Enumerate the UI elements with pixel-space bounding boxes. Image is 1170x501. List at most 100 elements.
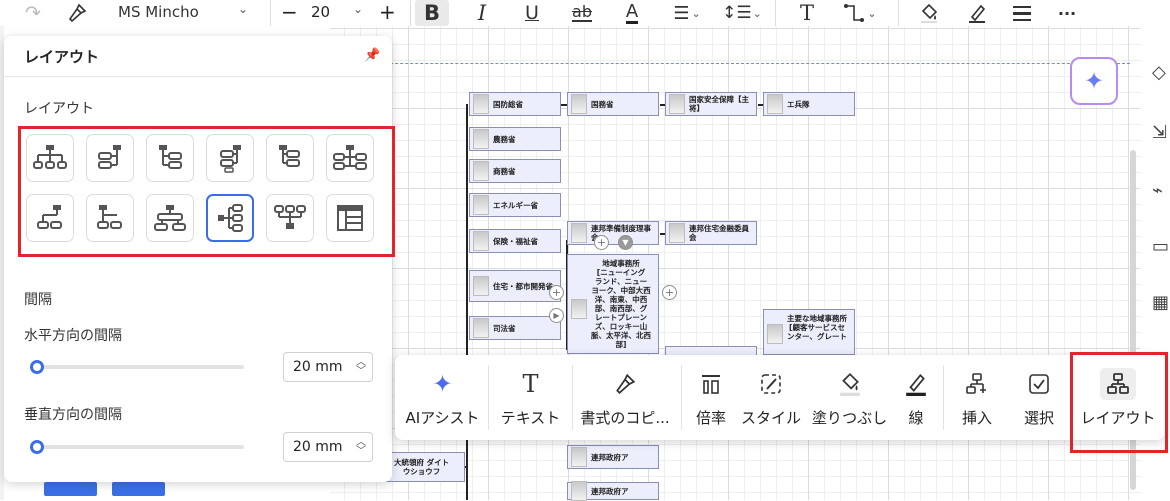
insert-button[interactable]: 挿入 — [950, 355, 1004, 440]
collapse-node-button[interactable]: ▼ — [618, 235, 633, 250]
photo-placeholder-icon — [473, 276, 489, 296]
horizontal-spacing-input[interactable]: 20 mm ︿ ﹀ — [283, 352, 373, 382]
vertical-spacing-input[interactable]: 20 mm ︿ ﹀ — [283, 432, 373, 462]
org-node[interactable]: エ兵隊 — [763, 92, 855, 116]
vertical-spacing-slider[interactable] — [34, 445, 244, 449]
org-node[interactable]: 連邦準備制度理事会 — [567, 221, 659, 245]
org-node-label: 連邦政府ア — [591, 486, 629, 496]
layout-option-mind-map-right[interactable] — [206, 194, 254, 242]
font-family-value: MS Mincho — [118, 3, 199, 21]
library-shape[interactable] — [112, 482, 165, 496]
horizontal-spacing-slider[interactable] — [34, 365, 244, 369]
layout-option-right-tree[interactable] — [146, 134, 194, 182]
layout-option-hierarchy[interactable] — [146, 194, 194, 242]
org-node-label: エネルギー省 — [493, 200, 538, 210]
grid-icon[interactable]: ▦ — [1152, 292, 1169, 313]
align-icon[interactable]: ☰ ⌄ — [665, 0, 709, 26]
photo-placeholder-icon — [669, 223, 685, 243]
ai-assist-button[interactable]: ✦ AIアシスト — [400, 355, 485, 440]
add-node-button[interactable]: + — [594, 235, 609, 250]
font-size-stepper[interactable]: − 20 ⌄ + — [275, 0, 405, 24]
org-node[interactable]: 国防総省 — [469, 92, 561, 116]
layout-option-right-list[interactable] — [266, 134, 314, 182]
photo-placeholder-icon — [473, 195, 489, 215]
layout-option-tree-down[interactable] — [266, 194, 314, 242]
redo-icon[interactable]: ↷ — [18, 0, 48, 26]
shape-icon[interactable]: ◇ — [1152, 62, 1166, 83]
stepper-arrows-icon[interactable]: ︿ ﹀ — [356, 358, 366, 377]
horizontal-spacing-slider-knob[interactable] — [30, 360, 44, 374]
org-node[interactable]: エネルギー省 — [469, 193, 561, 217]
increase-size-button[interactable]: + — [379, 0, 396, 24]
org-node[interactable]: 住宅・都市開発省 — [469, 270, 561, 302]
layout-option-left-list[interactable] — [206, 134, 254, 182]
photo-placeholder-icon — [473, 94, 489, 114]
layout-panel: レイアウト 📌 レイアウト 間隔 水平方向の間隔 20 mm ︿ ﹀ 垂直方向の… — [4, 36, 395, 482]
add-node-button[interactable]: + — [662, 285, 677, 300]
org-node[interactable]: 大統領府 ダイト ウショウフ — [383, 452, 465, 482]
org-node[interactable]: 国家安全保障【主 将】 — [665, 92, 757, 116]
horizontal-spacing-value: 20 mm — [293, 359, 343, 375]
org-node-label: 保険・福祉省 — [493, 236, 538, 246]
org-connector — [466, 104, 468, 500]
stepper-arrows-icon[interactable]: ︿ ﹀ — [356, 438, 366, 457]
org-node[interactable]: 司法省 — [469, 316, 561, 340]
presentation-icon[interactable]: ▭ — [1152, 236, 1169, 257]
style-button[interactable]: スタイル — [740, 355, 802, 440]
page-boundary-line — [330, 63, 1130, 64]
fill-bucket-icon[interactable] — [912, 0, 946, 26]
layout-option-bracket-right[interactable] — [86, 194, 134, 242]
ai-assistant-button[interactable]: ✦ — [1070, 57, 1118, 105]
org-node[interactable]: 連邦住宅金融委員 会 — [665, 221, 757, 245]
insert-icon — [966, 369, 988, 399]
font-family-select[interactable]: MS Mincho ⌄ — [110, 0, 260, 24]
org-node[interactable]: 主要な地域事務所 [顧客サービスセ ンター、グレート — [763, 309, 855, 355]
pin-icon[interactable]: 📌 — [364, 48, 380, 63]
line-button[interactable]: 線 — [895, 355, 937, 440]
italic-icon[interactable]: I — [465, 0, 499, 26]
library-shape[interactable] — [44, 482, 97, 496]
export-icon[interactable]: ⇲ — [1152, 122, 1167, 143]
org-node[interactable]: 商務省 — [469, 159, 561, 183]
line-spacing-icon[interactable]: ↕☰ ⌄ — [720, 0, 764, 26]
more-options-icon[interactable]: ··· — [1050, 0, 1084, 26]
chevron-down-icon[interactable]: ⌄ — [353, 2, 363, 16]
org-node[interactable]: 連邦政府ア — [567, 445, 659, 469]
org-node-label: 連邦住宅金融委員 会 — [689, 224, 749, 242]
underline-icon[interactable]: U — [515, 0, 549, 26]
vertical-spacing-slider-knob[interactable] — [30, 440, 44, 454]
text-tool-icon[interactable]: T — [790, 0, 824, 26]
format-painter-icon[interactable] — [62, 0, 92, 26]
decrease-size-button[interactable]: − — [281, 0, 298, 24]
layout-option-org-down[interactable] — [26, 134, 74, 182]
text-button[interactable]: T テキスト — [493, 355, 568, 440]
expand-node-button[interactable]: ▶ — [549, 308, 564, 323]
format-icon[interactable]: ⌁ — [1152, 180, 1163, 201]
layout-option-bracket-left[interactable] — [26, 194, 74, 242]
org-node[interactable]: 保険・福祉省 — [469, 229, 561, 253]
org-node[interactable]: 連邦政府ア — [567, 481, 659, 501]
strikethrough-icon[interactable]: ab — [565, 0, 599, 26]
org-node[interactable]: 国務省 — [567, 92, 659, 116]
format-copy-button[interactable]: 書式のコピ... — [575, 355, 675, 440]
org-node[interactable] — [665, 346, 757, 355]
bold-icon[interactable]: B — [415, 0, 449, 26]
line-weight-icon[interactable] — [1005, 0, 1039, 26]
connector-icon[interactable]: ⌄ — [835, 0, 885, 26]
line-color-icon[interactable] — [960, 0, 994, 26]
add-node-button[interactable]: + — [549, 285, 564, 300]
scale-label: 倍率 — [695, 409, 726, 427]
org-node[interactable]: 農務省 — [469, 127, 561, 151]
photo-placeholder-icon — [767, 324, 783, 344]
org-node[interactable]: 地域事務所 [ニューイング ランド、ニュー ヨーク、中部大西 洋、南東、中西 部… — [567, 254, 659, 354]
scale-button[interactable]: 倍率 — [687, 355, 735, 440]
select-button[interactable]: 選択 — [1010, 355, 1068, 440]
font-size-value[interactable]: 20 — [311, 3, 330, 21]
layout-option-left-tree[interactable] — [86, 134, 134, 182]
font-color-icon[interactable]: A — [615, 0, 649, 26]
layout-option-both-sides[interactable] — [326, 134, 374, 182]
photo-placeholder-icon — [473, 161, 489, 181]
photo-placeholder-icon — [473, 231, 489, 251]
fill-button[interactable]: 塗りつぶし — [807, 355, 892, 440]
layout-option-table[interactable] — [326, 194, 374, 242]
